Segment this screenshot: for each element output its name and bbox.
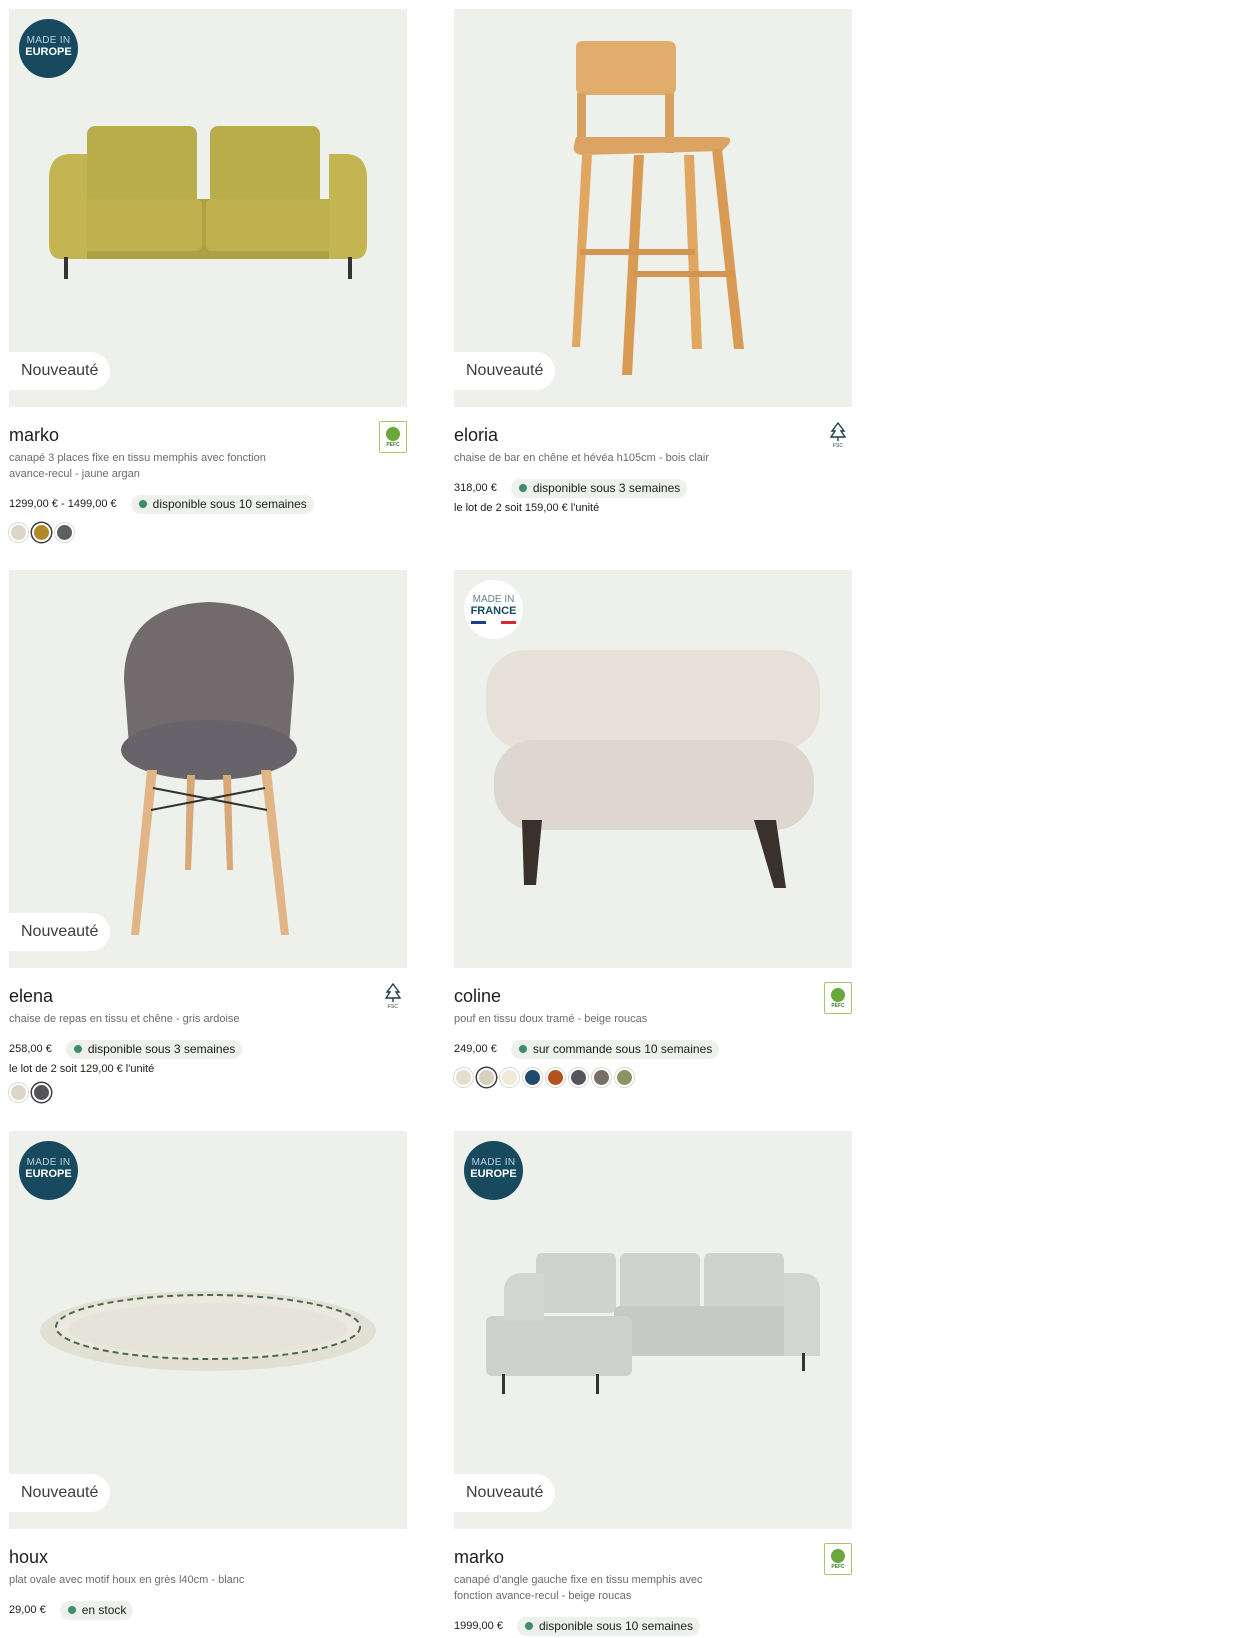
- product-card[interactable]: MADE IN EUROPE Nouveauté marko PEFC cana…: [454, 1131, 852, 1636]
- product-price: 1299,00 € - 1499,00 €: [9, 498, 117, 510]
- color-swatch[interactable]: [546, 1068, 565, 1087]
- color-swatch[interactable]: [477, 1068, 496, 1087]
- product-description: pouf en tissu doux tramé - beige roucas: [454, 1013, 648, 1025]
- color-swatch[interactable]: [500, 1068, 519, 1087]
- color-swatch[interactable]: [615, 1068, 634, 1087]
- fsc-tree-icon: FSC: [824, 421, 852, 453]
- product-price: 249,00 €: [454, 1043, 497, 1055]
- lot-price: le lot de 2 soit 129,00 € l'unité: [9, 1063, 155, 1075]
- product-price: 29,00 €: [9, 1604, 46, 1616]
- product-image[interactable]: Nouveauté: [454, 9, 852, 407]
- product-price: 1999,00 €: [454, 1620, 503, 1632]
- availability-badge: disponible sous 3 semaines: [510, 478, 688, 498]
- color-swatch[interactable]: [523, 1068, 542, 1087]
- product-title[interactable]: houx: [9, 1547, 407, 1567]
- availability-dot-icon: [73, 1045, 82, 1053]
- product-card[interactable]: MADE IN FRANCE coline PEFC pouf en tissu…: [454, 570, 852, 1087]
- color-swatches: [9, 1083, 407, 1102]
- dining-chair-image: [121, 602, 297, 935]
- pefc-logo-icon: PEFC: [824, 1543, 852, 1575]
- color-swatch[interactable]: [32, 1083, 51, 1102]
- color-swatch[interactable]: [32, 523, 51, 542]
- made-in-europe-badge: MADE IN EUROPE: [19, 1141, 78, 1200]
- product-image[interactable]: MADE IN FRANCE: [454, 570, 852, 968]
- new-badge: Nouveauté: [9, 913, 111, 951]
- product-title[interactable]: marko: [454, 1547, 852, 1567]
- pefc-logo-icon: PEFC: [379, 421, 407, 453]
- product-description: chaise de bar en chêne et hévéa h105cm -…: [454, 452, 709, 464]
- availability-dot-icon: [518, 484, 527, 492]
- color-swatch[interactable]: [9, 1083, 28, 1102]
- color-swatch[interactable]: [454, 1068, 473, 1087]
- color-swatch[interactable]: [55, 523, 74, 542]
- fsc-tree-icon: FSC: [379, 982, 407, 1014]
- availability-badge: disponible sous 10 semaines: [130, 494, 314, 514]
- product-title[interactable]: eloria: [454, 425, 852, 445]
- availability-dot-icon: [67, 1606, 76, 1614]
- availability-badge: disponible sous 10 semaines: [516, 1616, 701, 1636]
- made-in-europe-badge: MADE IN EUROPE: [19, 19, 78, 78]
- product-price: 258,00 €: [9, 1043, 52, 1055]
- product-card[interactable]: Nouveauté elena FSC chaise de repas en t…: [9, 570, 407, 1102]
- pefc-logo-icon: PEFC: [824, 982, 852, 1014]
- product-image[interactable]: MADE IN EUROPE Nouveauté: [9, 1131, 407, 1529]
- product-image[interactable]: MADE IN EUROPE Nouveauté: [454, 1131, 852, 1529]
- product-image[interactable]: MADE IN EUROPE Nouveauté: [9, 9, 407, 407]
- availability-badge: disponible sous 3 semaines: [65, 1039, 243, 1059]
- color-swatch[interactable]: [9, 523, 28, 542]
- product-title[interactable]: coline: [454, 986, 852, 1006]
- new-badge: Nouveauté: [454, 352, 556, 390]
- product-description: plat ovale avec motif houx en grès l40cm…: [9, 1574, 245, 1586]
- product-card[interactable]: Nouveauté eloria FSC chaise de bar en ch…: [454, 9, 852, 516]
- new-badge: Nouveauté: [9, 1474, 111, 1512]
- availability-badge: en stock: [59, 1600, 134, 1620]
- bar-chair-image: [572, 41, 744, 375]
- new-badge: Nouveauté: [454, 1474, 556, 1512]
- availability-dot-icon: [138, 500, 147, 508]
- color-swatches: [9, 523, 407, 542]
- product-description: canapé d'angle gauche fixe en tissu memp…: [454, 1574, 703, 1602]
- color-swatch[interactable]: [569, 1068, 588, 1087]
- product-description: chaise de repas en tissu et chêne - gris…: [9, 1013, 240, 1025]
- new-badge: Nouveauté: [9, 352, 111, 390]
- product-title[interactable]: elena: [9, 986, 407, 1006]
- availability-dot-icon: [518, 1045, 527, 1053]
- made-in-europe-badge: MADE IN EUROPE: [464, 1141, 523, 1200]
- made-in-france-badge: MADE IN FRANCE: [464, 580, 523, 639]
- product-card[interactable]: MADE IN EUROPE Nouveauté marko PEFC cana…: [9, 9, 407, 542]
- color-swatches: [454, 1068, 852, 1087]
- availability-badge: sur commande sous 10 semaines: [510, 1039, 720, 1059]
- product-description: canapé 3 places fixe en tissu memphis av…: [9, 452, 266, 480]
- product-image[interactable]: Nouveauté: [9, 570, 407, 968]
- product-title[interactable]: marko: [9, 425, 407, 445]
- color-swatch[interactable]: [592, 1068, 611, 1087]
- product-card[interactable]: MADE IN EUROPE Nouveauté houx plat ovale…: [9, 1131, 407, 1620]
- product-price: 318,00 €: [454, 482, 497, 494]
- availability-dot-icon: [524, 1622, 533, 1630]
- lot-price: le lot de 2 soit 159,00 € l'unité: [454, 502, 600, 514]
